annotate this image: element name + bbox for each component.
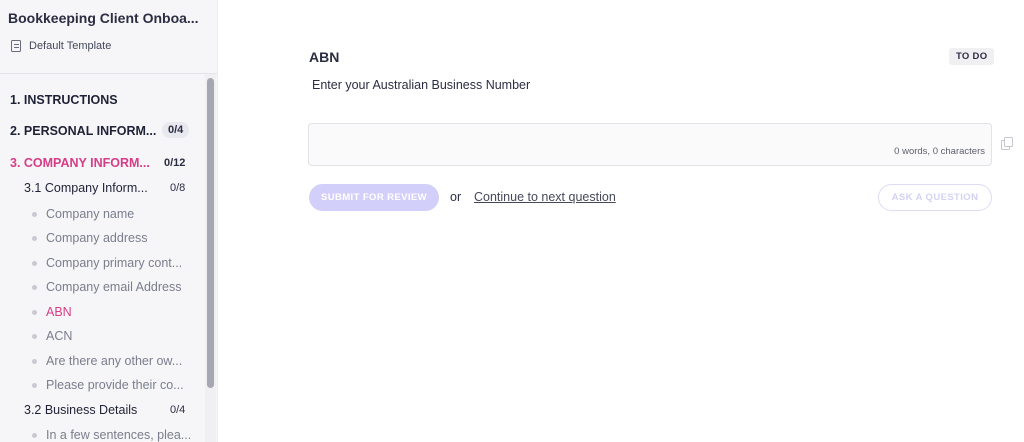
template-selector[interactable]: Default Template [8, 40, 217, 52]
word-count: 0 words, 0 characters [894, 146, 985, 157]
sidebar-item-owner-contact[interactable]: Please provide their co... [32, 378, 217, 392]
sidebar-item-label: ABN [46, 305, 72, 319]
document-icon [11, 40, 21, 52]
question-panel: ABN TO DO Enter your Australian Business… [218, 0, 1024, 442]
sidebar-item-company-address[interactable]: Company address [32, 231, 217, 245]
sidebar-item-company-email[interactable]: Company email Address [32, 280, 217, 294]
submit-for-review-button[interactable]: SUBMIT FOR REVIEW [309, 184, 439, 211]
sidebar-item-label: 3.1 Company Inform... [24, 181, 148, 195]
question-description: Enter your Australian Business Number [312, 78, 531, 92]
status-dot [32, 382, 37, 388]
sidebar-nav: 1. INSTRUCTIONS 2. PERSONAL INFORM... 0/… [0, 74, 217, 442]
sidebar-item-abn[interactable]: ABN [32, 305, 217, 319]
sidebar-item-label: Company primary cont... [46, 256, 183, 270]
sidebar-item-label: Are there any other ow... [46, 354, 183, 368]
sidebar-item-label: In a few sentences, plea... [46, 428, 192, 442]
checklist-title: Bookkeeping Client Onboa... [8, 10, 199, 26]
sidebar-item-label: Company address [46, 231, 148, 245]
answer-input[interactable]: 0 words, 0 characters [308, 123, 992, 166]
status-dot [32, 358, 37, 364]
sidebar-item-business-description[interactable]: In a few sentences, plea... [32, 428, 217, 442]
ask-question-button[interactable]: ASK A QUESTION [878, 184, 992, 211]
sidebar-item-company-information[interactable]: 3. COMPANY INFORM... 0/12 [10, 156, 215, 170]
template-label: Default Template [29, 40, 112, 52]
status-dot [32, 333, 37, 339]
sidebar-item-label: 2. PERSONAL INFORM... [10, 124, 157, 138]
sidebar: Bookkeeping Client Onboa... Default Temp… [0, 0, 218, 442]
sidebar-item-instructions[interactable]: 1. INSTRUCTIONS [10, 93, 215, 107]
sidebar-scrollbar[interactable] [205, 74, 216, 442]
sidebar-item-business-details[interactable]: 3.2 Business Details 0/4 [24, 403, 217, 417]
sidebar-item-label: Company email Address [46, 280, 182, 294]
or-separator: or [450, 190, 462, 204]
question-title: ABN [309, 49, 340, 65]
sidebar-item-company-primary-contact[interactable]: Company primary cont... [32, 256, 217, 270]
status-dot [32, 260, 37, 266]
sidebar-item-label: 3. COMPANY INFORM... [10, 156, 150, 170]
sidebar-item-label: 3.2 Business Details [24, 403, 138, 417]
sidebar-item-company-information-sub[interactable]: 3.1 Company Inform... 0/8 [24, 181, 217, 195]
status-dot [32, 211, 37, 217]
progress-count: 0/8 [170, 182, 186, 194]
sidebar-item-label: Please provide their co... [46, 378, 184, 392]
sidebar-item-acn[interactable]: ACN [32, 329, 217, 343]
progress-count: 0/12 [164, 157, 186, 169]
status-dot [32, 309, 37, 315]
sidebar-item-personal-information[interactable]: 2. PERSONAL INFORM... 0/4 [10, 122, 215, 138]
progress-count: 0/4 [162, 122, 190, 138]
status-badge: TO DO [949, 48, 995, 65]
status-dot [32, 432, 37, 438]
status-dot [32, 235, 37, 241]
sidebar-header: Bookkeeping Client Onboa... Default Temp… [0, 0, 217, 74]
copy-icon[interactable] [1001, 137, 1013, 150]
continue-next-question-link[interactable]: Continue to next question [474, 190, 616, 204]
sidebar-item-label: ACN [46, 329, 73, 343]
sidebar-item-label: Company name [46, 207, 135, 221]
sidebar-item-other-owners[interactable]: Are there any other ow... [32, 354, 217, 368]
sidebar-item-company-name[interactable]: Company name [32, 207, 217, 221]
status-dot [32, 284, 37, 290]
progress-count: 0/4 [170, 404, 186, 416]
sidebar-item-label: 1. INSTRUCTIONS [10, 93, 118, 107]
scrollbar-thumb[interactable] [207, 78, 214, 388]
